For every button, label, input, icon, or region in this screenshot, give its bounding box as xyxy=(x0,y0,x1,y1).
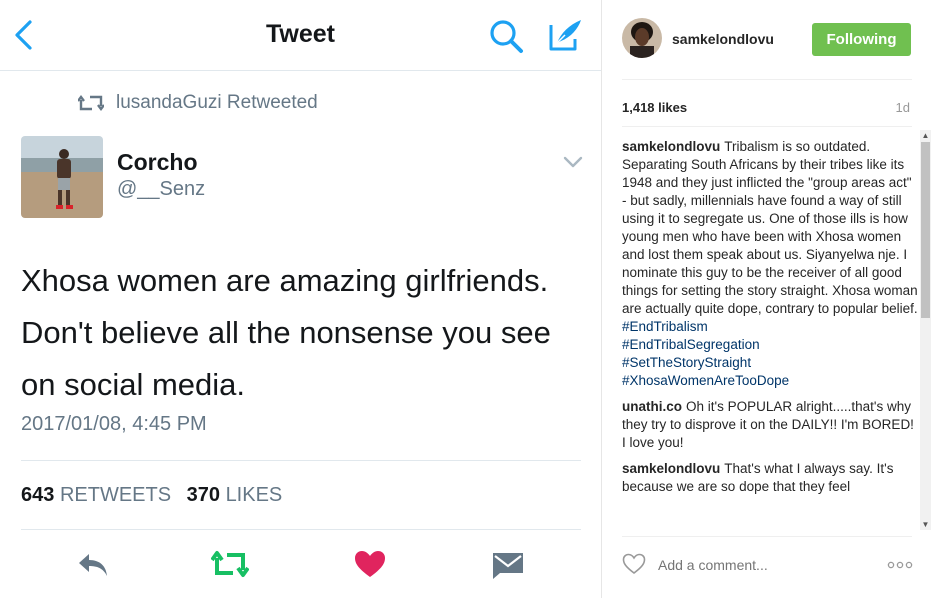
comment: samkelondlovu Tribalism is so outdated. S… xyxy=(622,138,918,390)
scrollbar-thumb[interactable] xyxy=(921,142,930,318)
avatar-photo xyxy=(21,136,103,218)
retweeted-by-row[interactable]: lusandaGuzi Retweeted xyxy=(78,91,318,115)
avatar[interactable] xyxy=(622,18,662,58)
retweeted-by-label: lusandaGuzi Retweeted xyxy=(116,92,318,113)
instagram-panel: samkelondlovu Following 1,418 likes 1d s… xyxy=(602,0,933,598)
tweet-stats: 643 RETWEETS 370 LIKES xyxy=(21,484,282,507)
heart-outline-icon[interactable] xyxy=(622,553,646,575)
more-options-icon[interactable] xyxy=(887,557,913,573)
tweet-timestamp: 2017/01/08, 4:45 PM xyxy=(21,413,207,435)
heart-icon[interactable] xyxy=(353,549,387,579)
hashtag[interactable]: #EndTribalSegregation xyxy=(622,336,918,354)
tweet-text: Xhosa women are amazing girlfriends. Don… xyxy=(21,263,551,402)
scroll-down-arrow-icon[interactable]: ▼ xyxy=(920,519,931,530)
avatar-photo xyxy=(622,18,662,58)
comment-username[interactable]: unathi.co xyxy=(622,399,682,414)
comment-username[interactable]: samkelondlovu xyxy=(622,139,720,154)
likes-count[interactable]: 370 xyxy=(187,484,220,506)
following-button[interactable]: Following xyxy=(812,23,911,56)
author-name[interactable]: Corcho xyxy=(117,149,198,176)
tweet-header: Tweet xyxy=(0,0,601,71)
comment: samkelondlovu That's what I always say. I… xyxy=(622,460,918,496)
retweet-icon[interactable] xyxy=(211,549,249,579)
retweets-count[interactable]: 643 xyxy=(21,484,54,506)
retweets-label[interactable]: RETWEETS xyxy=(60,484,171,506)
hashtag[interactable]: #SetTheStoryStraight xyxy=(622,354,918,372)
chevron-down-icon[interactable] xyxy=(563,155,583,169)
hashtag[interactable]: #XhosaWomenAreTooDope xyxy=(622,372,918,390)
hashtag[interactable]: #EndTribalism xyxy=(622,319,708,334)
divider xyxy=(21,460,581,461)
comments-list: samkelondlovu Tribalism is so outdated. S… xyxy=(622,138,918,530)
reply-icon[interactable] xyxy=(76,549,110,579)
divider xyxy=(622,536,912,537)
search-icon[interactable] xyxy=(488,18,524,54)
divider xyxy=(21,529,581,530)
post-username[interactable]: samkelondlovu xyxy=(672,31,774,47)
retweet-icon xyxy=(78,95,104,111)
author-handle[interactable]: @__Senz xyxy=(117,178,205,201)
comment-username[interactable]: samkelondlovu xyxy=(622,461,720,476)
message-icon[interactable] xyxy=(491,549,525,579)
likes-label[interactable]: LIKES xyxy=(226,484,283,506)
divider xyxy=(622,126,912,127)
comment-text: Tribalism is so outdated. Separating Sou… xyxy=(622,139,918,316)
post-age: 1d xyxy=(895,100,910,115)
likes-count[interactable]: 1,418 likes xyxy=(622,100,687,115)
author-avatar[interactable] xyxy=(21,136,103,218)
comment: unathi.co Oh it's POPULAR alright.....tha… xyxy=(622,398,918,452)
add-comment-input[interactable] xyxy=(658,557,868,573)
divider xyxy=(622,79,912,80)
compose-icon[interactable] xyxy=(545,15,585,55)
scroll-up-arrow-icon[interactable]: ▲ xyxy=(920,130,931,141)
twitter-panel: Tweet lusandaGuzi Retweeted Corcho @__Se… xyxy=(0,0,601,598)
comments-scrollbar[interactable]: ▲ ▼ xyxy=(920,130,931,530)
